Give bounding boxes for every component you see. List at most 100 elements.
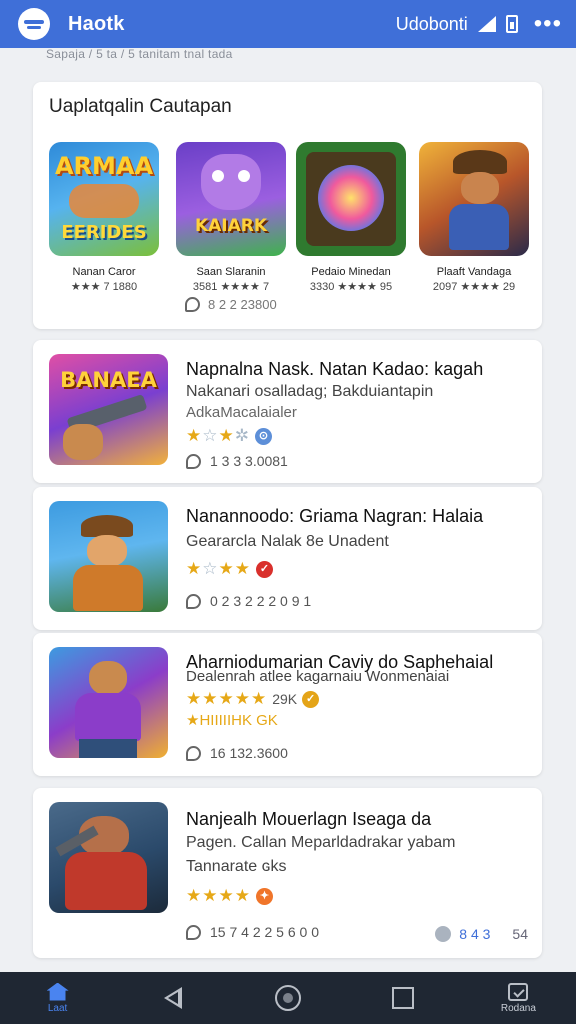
tile-meta: 2097 ★★★★ 29: [432, 281, 516, 293]
tile-meta: 3581 ★★★★ 7: [192, 281, 270, 293]
game-icon: BANAEA: [49, 354, 168, 465]
featured-tile[interactable]: KAIARK Saan Slaranin 3581 ★★★★ 7: [176, 142, 286, 293]
badge-icon: ✓: [302, 690, 320, 708]
app-bar: Haotk Udobonti •••: [0, 0, 576, 48]
item-downloads-text: 16 132.3600: [210, 745, 288, 761]
recents-icon: [392, 987, 415, 1009]
featured-downloads-text: 8 2 2 23800: [208, 297, 277, 312]
stat-icon: [435, 926, 452, 942]
tile-meta: 3330 ★★★★ 95: [309, 281, 393, 293]
art-title: ARMAA: [54, 152, 154, 180]
legs-shape: [79, 739, 137, 758]
featured-downloads: 8 2 2 23800: [185, 297, 277, 312]
art-title: KAIARK: [194, 216, 268, 236]
star-icon: ★★★★: [186, 886, 251, 905]
app-logo-icon[interactable]: [18, 8, 50, 40]
stat-value: 8 4 3: [459, 926, 491, 942]
rating: ★☆★★ ✓: [186, 559, 273, 579]
rating: ★★★★ ✦: [186, 886, 273, 906]
download-icon: [186, 924, 201, 940]
status-area: Udobonti •••: [396, 12, 562, 36]
character-shape: [69, 184, 139, 218]
body-shape: [75, 693, 141, 741]
monster-icon: KAIARK: [176, 142, 286, 256]
badge-icon: ⊙: [255, 427, 272, 445]
tile-name: Plaaft Vandaga: [436, 266, 512, 278]
character-shape: [63, 424, 103, 460]
nav-label: Rodana: [500, 1002, 536, 1014]
portal-icon: [296, 142, 406, 256]
nav-back[interactable]: [115, 987, 230, 1009]
item-downloads: 1 3 3 3.0081: [186, 453, 288, 469]
nav-home-circle[interactable]: [230, 985, 345, 1011]
featured-card: Uaplatqalin Cautapan ARMAA EERIDES Nanan…: [33, 82, 542, 329]
nav-inbox[interactable]: Rodana: [461, 982, 576, 1014]
list-item[interactable]: Nanjealh Mouerlagn Iseaga da Pagen. Call…: [33, 788, 542, 958]
star-icon: ★★★★★: [186, 689, 268, 708]
item-meta: AdkaMacalaialer: [186, 404, 297, 421]
star-icon: ★☆★✲: [186, 426, 250, 445]
monster-eye: [238, 170, 250, 182]
nav-home[interactable]: Laat: [0, 982, 115, 1014]
featured-tile[interactable]: Plaaft Vandaga 2097 ★★★★ 29: [419, 142, 529, 293]
download-icon: [186, 745, 201, 761]
item-subtitle: Geararcla Nalak 8e Unadent: [186, 533, 389, 550]
hat-shape: [81, 515, 133, 537]
more-options-icon[interactable]: •••: [534, 12, 562, 36]
art-title: BANAEA: [60, 368, 157, 392]
item-meta: ★HIIIIIHK GK: [186, 712, 278, 729]
item-downloads: 0 2 3 2 2 2 0 9 1: [186, 593, 311, 609]
game-icon: [49, 501, 168, 612]
list-item[interactable]: Nanannoodo: Griama Nagran: Halaia Gearar…: [33, 487, 542, 630]
stat-value-secondary: 54: [512, 926, 528, 942]
portal-core: [318, 165, 384, 231]
download-icon: [186, 453, 201, 469]
item-title: Nanannoodo: Griama Nagran: Halaia: [186, 506, 484, 526]
tile-name: Pedaio Minedan: [311, 266, 391, 278]
rating: ★★★★★ 29K ✓: [186, 689, 320, 709]
tile-meta: ★★★ 7 1880: [70, 281, 138, 293]
item-stats: 8 4 3 54: [435, 926, 528, 942]
bottom-nav-bar: Laat Rodana: [0, 972, 576, 1024]
tile-name: Nanan Caror: [72, 266, 136, 278]
item-downloads-text: 15 7 4 2 2 5 6 0 0: [210, 924, 319, 940]
list-item[interactable]: Aharniodumarian Caviy do Saphehaial Deal…: [33, 633, 542, 776]
item-subtitle: Nakanari osalladag; Bakduiantapin: [186, 383, 434, 400]
monster-shape: [201, 154, 261, 210]
nav-label: Laat: [47, 1002, 68, 1014]
inbox-icon: [508, 982, 529, 1001]
nav-recents[interactable]: [346, 987, 461, 1009]
featured-tile[interactable]: Pedaio Minedan 3330 ★★★★ 95: [296, 142, 406, 293]
body-shape: [449, 204, 509, 250]
hat-shape: [453, 150, 507, 174]
featured-tile[interactable]: ARMAA EERIDES Nanan Caror ★★★ 7 1880: [49, 142, 159, 293]
item-downloads-text: 1 3 3 3.0081: [210, 453, 288, 469]
face-shape: [89, 661, 127, 695]
signal-icon: [477, 16, 496, 32]
item-subtitle: Pagen. Callan Meparldadrakar yabam: [186, 834, 456, 851]
rating-count: 29K: [272, 691, 298, 707]
body-shape: [73, 565, 143, 611]
status-text: Udobonti: [395, 13, 468, 34]
battery-icon: [505, 15, 518, 33]
tile-name: Saan Slaranin: [196, 266, 266, 278]
rating: ★☆★✲ ⊙: [186, 426, 272, 446]
download-icon: [185, 297, 200, 312]
home-circle-icon: [275, 985, 301, 1011]
game-icon: [49, 647, 168, 758]
app-title: Haotk: [68, 12, 125, 35]
gunslinger-icon: [419, 142, 529, 256]
star-icon: ★☆★★: [186, 559, 251, 578]
list-item[interactable]: BANAEA Napnalna Nask. Natan Kadao: kagah…: [33, 340, 542, 483]
item-title: Napnalna Nask. Natan Kadao: kagah: [186, 359, 484, 379]
item-downloads-text: 0 2 3 2 2 2 0 9 1: [210, 593, 312, 609]
breadcrumb: Sapaja / 5 ta / 5 tanitam tnal tada: [46, 47, 233, 61]
download-icon: [186, 593, 201, 609]
body-shape: [65, 852, 147, 910]
back-icon: [163, 987, 182, 1009]
item-downloads: 15 7 4 2 2 5 6 0 0: [186, 924, 319, 940]
home-icon: [46, 982, 69, 1001]
featured-title: Uaplatqalin Cautapan: [49, 96, 232, 117]
monster-eye: [212, 170, 224, 182]
item-meta: Tannarate ɢks: [186, 858, 287, 875]
